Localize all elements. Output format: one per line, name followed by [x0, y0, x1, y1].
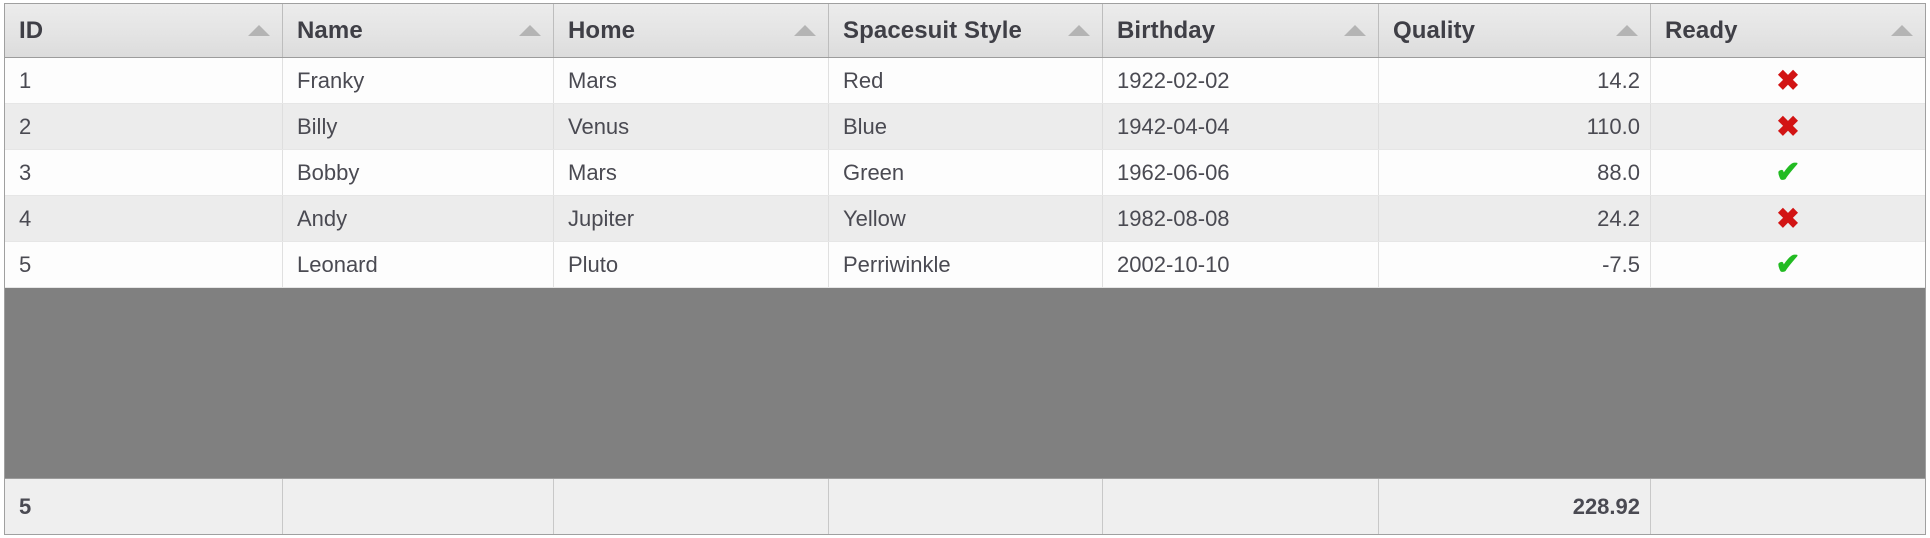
footer-cell-name	[283, 479, 554, 534]
sort-ascending-icon[interactable]	[248, 25, 270, 36]
cross-icon: ✖	[1776, 64, 1800, 96]
cell-id: 2	[5, 104, 283, 149]
cell-ready: ✖	[1651, 104, 1925, 149]
table-row[interactable]: 1 Franky Mars Red 1922-02-02 14.2 ✖	[5, 58, 1925, 104]
column-header-spacesuit[interactable]: Spacesuit Style	[829, 4, 1103, 57]
column-header-label: Home	[568, 16, 636, 44]
footer-cell-id: 5	[5, 479, 283, 534]
check-icon: ✔	[1775, 247, 1801, 281]
column-header-ready[interactable]: Ready	[1651, 4, 1925, 57]
cell-spacesuit: Blue	[829, 104, 1103, 149]
data-grid: ID Name Home Spacesuit Style Birthday Quality…	[0, 0, 1930, 538]
cell-quality: 88.0	[1379, 150, 1651, 195]
cell-ready: ✖	[1651, 58, 1925, 103]
cell-quality: 110.0	[1379, 104, 1651, 149]
sort-ascending-icon[interactable]	[1344, 25, 1366, 36]
column-header-label: Name	[297, 16, 363, 44]
cell-id: 3	[5, 150, 283, 195]
table-row[interactable]: 3 Bobby Mars Green 1962-06-06 88.0 ✔	[5, 150, 1925, 196]
cell-home: Mars	[554, 150, 829, 195]
cell-ready: ✖	[1651, 196, 1925, 241]
cell-name: Franky	[283, 58, 554, 103]
footer-cell-spacesuit	[829, 479, 1103, 534]
footer-cell-ready	[1651, 479, 1925, 534]
table-body: 1 Franky Mars Red 1922-02-02 14.2 ✖ 2 Billy Venus…	[5, 58, 1925, 478]
table-header-row: ID Name Home Spacesuit Style Birthday Quality…	[5, 4, 1925, 58]
cross-icon: ✖	[1776, 110, 1800, 142]
column-header-label: Birthday	[1117, 16, 1216, 44]
column-header-home[interactable]: Home	[554, 4, 829, 57]
data-grid-frame: ID Name Home Spacesuit Style Birthday Quality…	[4, 3, 1926, 535]
cell-home: Pluto	[554, 242, 829, 287]
column-header-id[interactable]: ID	[5, 4, 283, 57]
cell-spacesuit: Perriwinkle	[829, 242, 1103, 287]
cell-id: 5	[5, 242, 283, 287]
cell-name: Billy	[283, 104, 554, 149]
cell-name: Andy	[283, 196, 554, 241]
cell-spacesuit: Yellow	[829, 196, 1103, 241]
cell-id: 1	[5, 58, 283, 103]
cell-birthday: 1962-06-06	[1103, 150, 1379, 195]
table-footer-row: 5 228.92	[5, 478, 1925, 534]
sort-ascending-icon[interactable]	[1068, 25, 1090, 36]
column-header-label: Quality	[1393, 16, 1476, 44]
cell-birthday: 1922-02-02	[1103, 58, 1379, 103]
column-header-label: ID	[19, 16, 44, 44]
cell-quality: 14.2	[1379, 58, 1651, 103]
cell-ready: ✔	[1651, 242, 1925, 287]
table-rows-container: 1 Franky Mars Red 1922-02-02 14.2 ✖ 2 Billy Venus…	[5, 58, 1925, 288]
footer-cell-birthday	[1103, 479, 1379, 534]
cell-home: Venus	[554, 104, 829, 149]
footer-cell-quality: 228.92	[1379, 479, 1651, 534]
sort-ascending-icon[interactable]	[1616, 25, 1638, 36]
cell-home: Mars	[554, 58, 829, 103]
cell-id: 4	[5, 196, 283, 241]
cell-quality: -7.5	[1379, 242, 1651, 287]
cell-spacesuit: Green	[829, 150, 1103, 195]
column-header-quality[interactable]: Quality	[1379, 4, 1651, 57]
cell-spacesuit: Red	[829, 58, 1103, 103]
check-icon: ✔	[1775, 155, 1801, 189]
table-row[interactable]: 4 Andy Jupiter Yellow 1982-08-08 24.2 ✖	[5, 196, 1925, 242]
cell-birthday: 1982-08-08	[1103, 196, 1379, 241]
table-row[interactable]: 2 Billy Venus Blue 1942-04-04 110.0 ✖	[5, 104, 1925, 150]
table-row[interactable]: 5 Leonard Pluto Perriwinkle 2002-10-10 -7.5 ✔	[5, 242, 1925, 288]
cell-ready: ✔	[1651, 150, 1925, 195]
cell-name: Bobby	[283, 150, 554, 195]
footer-cell-home	[554, 479, 829, 534]
cell-name: Leonard	[283, 242, 554, 287]
sort-ascending-icon[interactable]	[519, 25, 541, 36]
sort-ascending-icon[interactable]	[794, 25, 816, 36]
cell-birthday: 2002-10-10	[1103, 242, 1379, 287]
cell-home: Jupiter	[554, 196, 829, 241]
column-header-name[interactable]: Name	[283, 4, 554, 57]
cross-icon: ✖	[1776, 202, 1800, 234]
cell-birthday: 1942-04-04	[1103, 104, 1379, 149]
sort-ascending-icon[interactable]	[1891, 25, 1913, 36]
column-header-birthday[interactable]: Birthday	[1103, 4, 1379, 57]
column-header-label: Spacesuit Style	[843, 16, 1022, 44]
column-header-label: Ready	[1665, 16, 1738, 44]
cell-quality: 24.2	[1379, 196, 1651, 241]
